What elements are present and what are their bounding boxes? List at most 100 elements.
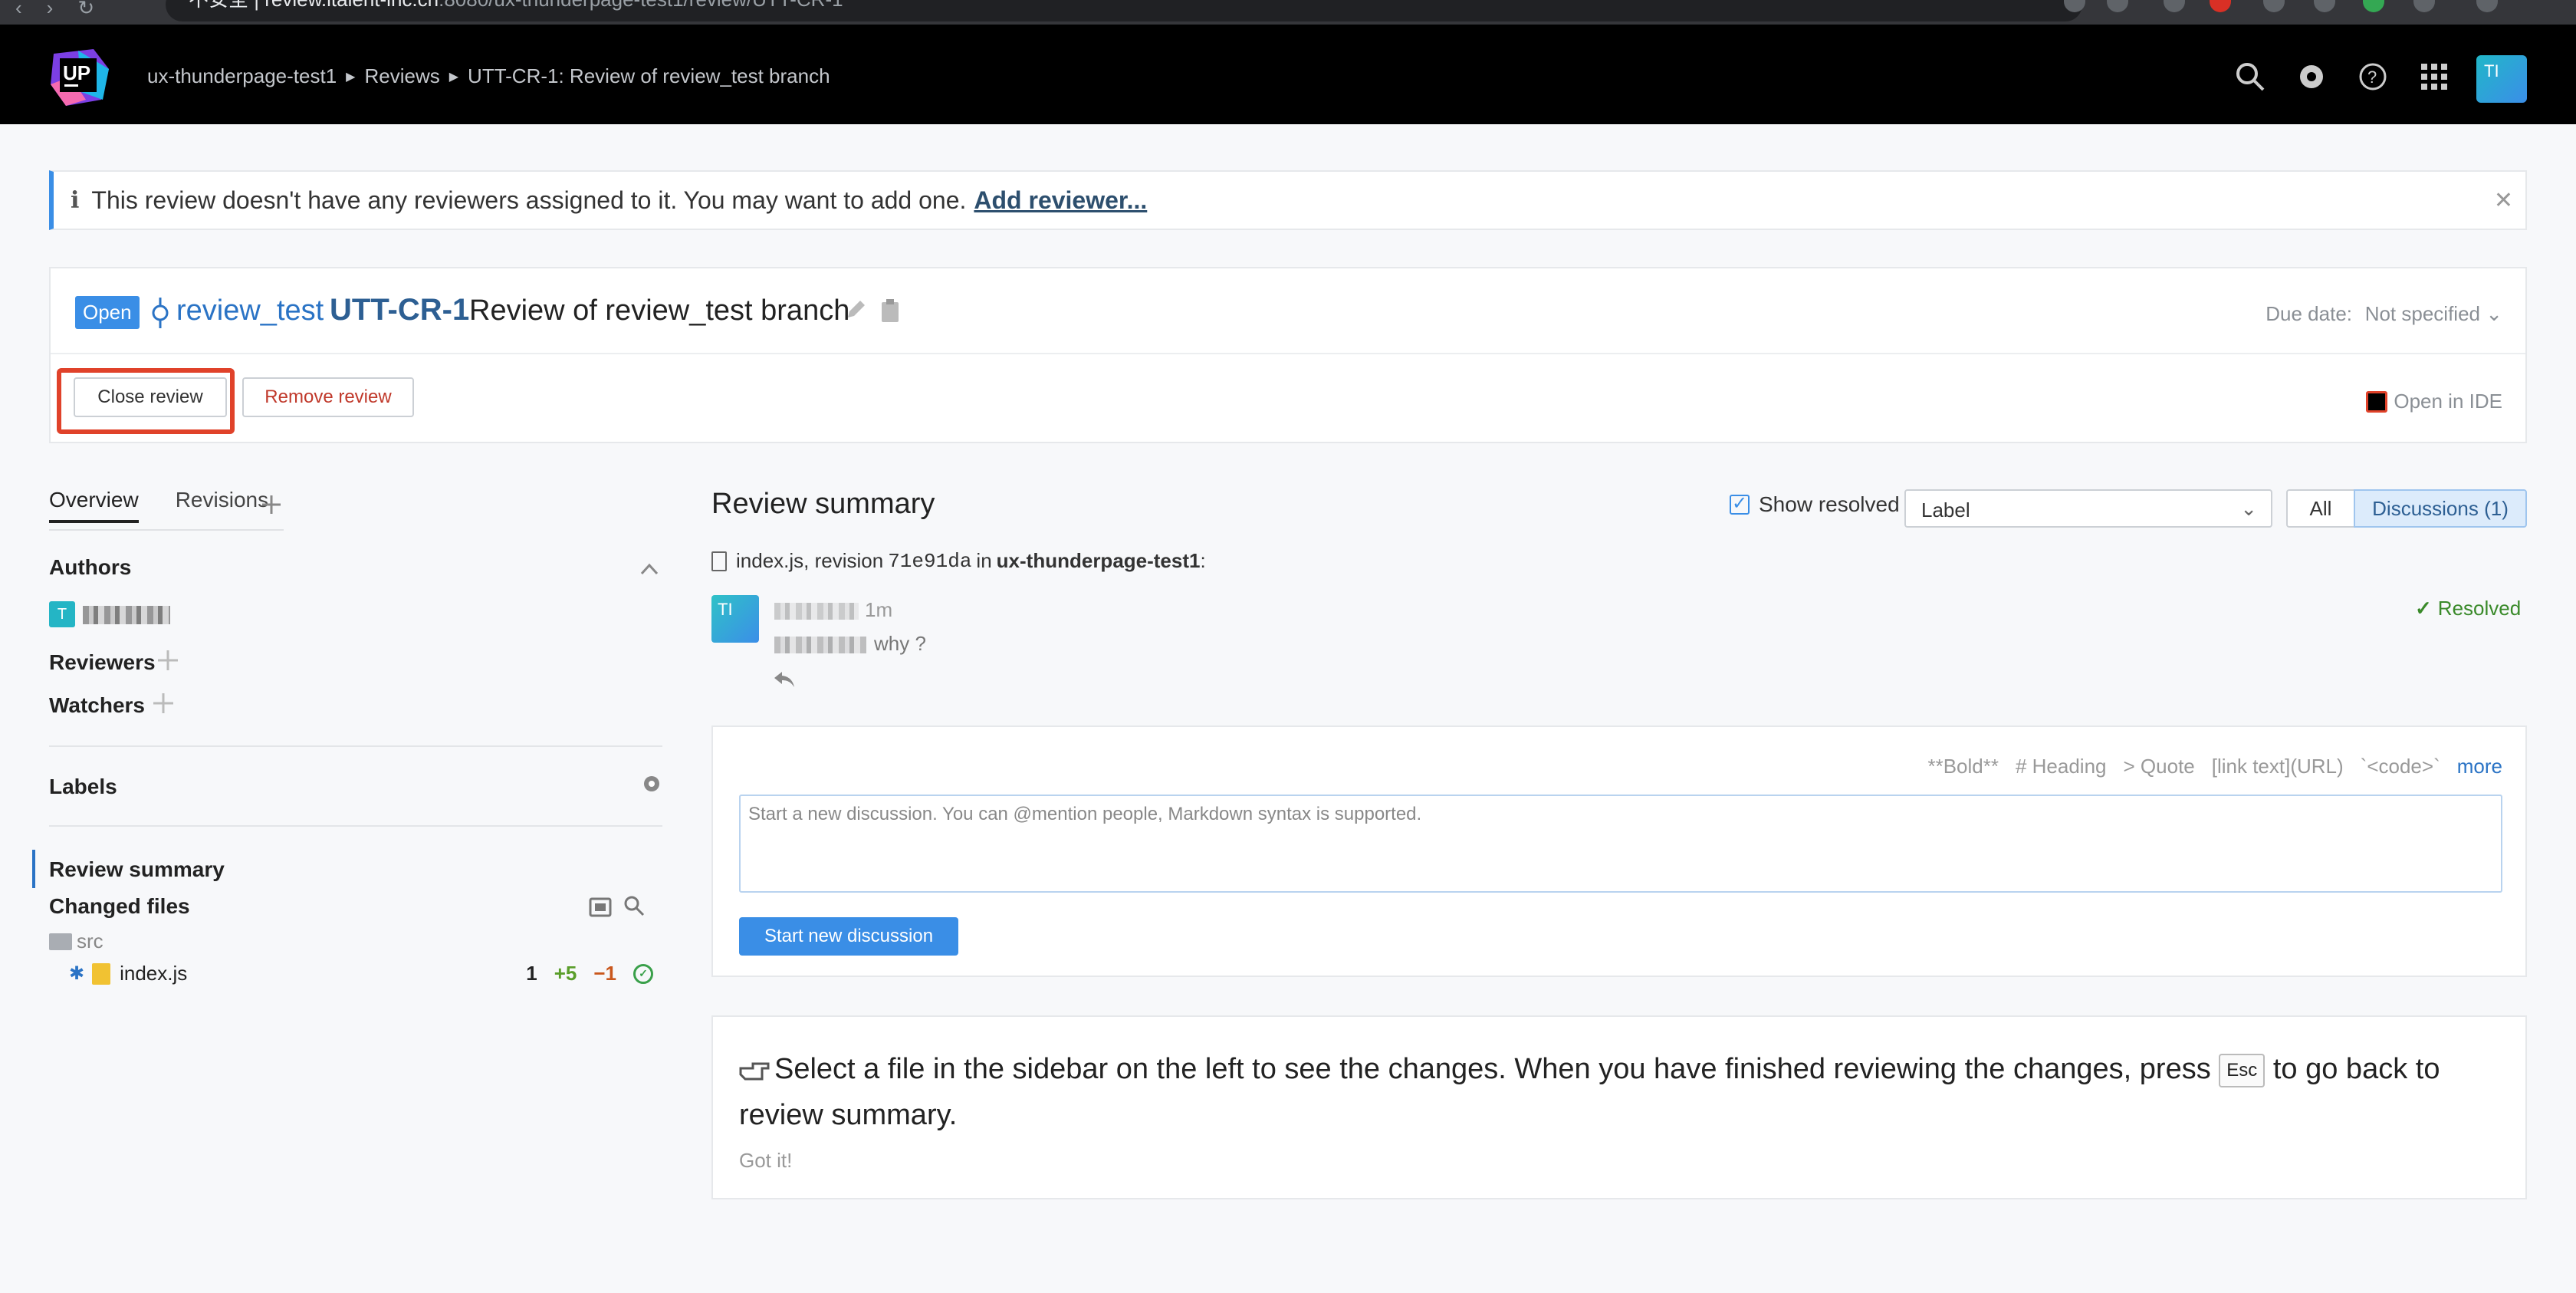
gear-icon[interactable] <box>641 773 662 795</box>
changed-file-row[interactable]: ✱ index.js 1 +5 −1 ✓ <box>69 962 653 985</box>
extension-icon[interactable] <box>2363 0 2384 12</box>
browser-toolbar: ‹›↻ 不安全 | review.italent-inc.cn:8080/ux-… <box>0 0 2576 25</box>
show-resolved-toggle[interactable]: ✓ Show resolved <box>1730 492 1900 517</box>
resolved-label: Resolved <box>2437 597 2522 620</box>
filter-discussions-button[interactable]: Discussions (1) <box>2354 489 2527 528</box>
got-it-link[interactable]: Got it! <box>739 1149 792 1173</box>
extension-icon[interactable] <box>2164 0 2185 12</box>
active-nav-indicator <box>32 850 35 888</box>
close-review-button[interactable]: Close review <box>74 377 227 417</box>
review-header-card: Open review_test UTT-CR-1 Review of revi… <box>49 267 2527 443</box>
upsource-logo-icon[interactable]: UP <box>48 46 112 107</box>
branch-link[interactable]: review_test <box>176 294 324 327</box>
extension-badge-icon[interactable] <box>2210 0 2231 12</box>
comment-timestamp: 1m <box>865 598 893 621</box>
discussion-file-reference: index.js, revision 71e91da in ux-thunder… <box>711 549 1206 573</box>
tip-card: Select a file in the sidebar on the left… <box>711 1015 2527 1199</box>
markdown-more-link[interactable]: more <box>2457 755 2502 778</box>
search-files-icon[interactable] <box>623 894 646 917</box>
checkbox-checked-icon[interactable]: ✓ <box>1730 495 1750 515</box>
checkmark-icon: ✓ <box>2415 597 2432 620</box>
sidebar-tabs: Overview Revisions <box>49 488 268 523</box>
label-filter-select[interactable]: Label ⌄ <box>1904 489 2272 528</box>
tabs-underline <box>49 529 284 531</box>
open-in-ide-label: Open in IDE <box>2394 390 2502 413</box>
comment-author-avatar: TI <box>711 595 759 643</box>
breadcrumb: ux-thunderpage-test1 ▶ Reviews ▶ UTT-CR-… <box>147 64 830 88</box>
modified-asterisk-icon: ✱ <box>69 963 85 984</box>
chevron-down-icon: ⌄ <box>2240 497 2257 520</box>
discussion-count: 1 <box>526 962 537 985</box>
authors-heading: Authors <box>49 555 132 579</box>
resolved-status[interactable]: ✓ Resolved <box>2415 597 2521 620</box>
address-bar[interactable]: 不安全 | review.italent-inc.cn:8080/ux-thun… <box>166 0 2082 21</box>
file-ref-revision[interactable]: 71e91da <box>888 550 971 573</box>
add-watcher-plus-icon[interactable] <box>152 692 175 715</box>
extension-icon[interactable] <box>2413 0 2435 12</box>
mention-redacted <box>774 637 866 653</box>
filter-all-button[interactable]: All <box>2286 489 2355 528</box>
tip-text: Select a file in the sidebar on the left… <box>739 1046 2502 1138</box>
clipboard-icon[interactable] <box>880 299 900 322</box>
edit-pencil-icon[interactable] <box>845 299 866 321</box>
file-tree-icon[interactable] <box>589 896 612 917</box>
extension-icon[interactable] <box>2263 0 2285 12</box>
hint-link: [link text](URL) <box>2211 755 2344 778</box>
browser-nav-icons[interactable]: ‹›↻ <box>15 0 119 18</box>
file-ref-in: in <box>976 549 992 572</box>
markdown-hints: **Bold** # Heading > Quote [link text](U… <box>1927 755 2502 778</box>
extension-icon[interactable] <box>2314 0 2335 12</box>
review-title: Review of review_test branch <box>469 294 850 327</box>
file-ref-project[interactable]: ux-thunderpage-test1 <box>997 549 1201 573</box>
svg-text:?: ? <box>2367 67 2377 87</box>
apps-grid-icon[interactable] <box>2417 59 2452 94</box>
chevron-up-icon[interactable] <box>639 561 659 577</box>
url-path: :8080/ux-thunderpage-test1/review/UTT-CR… <box>439 0 843 11</box>
divider <box>49 825 662 827</box>
reply-icon[interactable] <box>773 670 796 689</box>
open-in-ide-button[interactable]: Open in IDE <box>2366 390 2502 413</box>
bookmark-star-icon[interactable] <box>2107 0 2128 12</box>
settings-gear-icon[interactable] <box>2294 59 2329 94</box>
tab-overview[interactable]: Overview <box>49 488 139 523</box>
hint-code: `<code>` <box>2360 755 2440 778</box>
lines-added: +5 <box>554 962 577 985</box>
nav-changed-files[interactable]: Changed files <box>49 894 190 919</box>
file-ref-colon: : <box>1200 549 1206 572</box>
help-icon[interactable]: ? <box>2355 59 2390 94</box>
hint-bold: **Bold** <box>1927 755 1999 778</box>
add-reviewer-plus-icon[interactable] <box>156 649 179 672</box>
start-new-discussion-button[interactable]: Start new discussion <box>739 917 958 956</box>
divider <box>51 353 2525 354</box>
nav-review-summary[interactable]: Review summary <box>49 857 225 882</box>
comment-text: why ? <box>874 632 926 655</box>
no-reviewers-banner: i This review doesn't have any reviewers… <box>49 170 2527 230</box>
review-id: UTT-CR-1 <box>330 293 470 327</box>
due-date-dropdown[interactable]: Not specified ⌄ <box>2365 302 2502 326</box>
hint-quote: > Quote <box>2123 755 2195 778</box>
breadcrumb-project[interactable]: ux-thunderpage-test1 <box>147 64 337 88</box>
folder-row[interactable]: src <box>49 929 104 953</box>
file-ref-file[interactable]: index.js, revision <box>736 549 883 573</box>
profile-icon[interactable] <box>2476 0 2498 12</box>
divider <box>49 745 662 747</box>
user-avatar[interactable]: TI <box>2476 55 2527 103</box>
tab-revisions[interactable]: Revisions <box>176 488 268 523</box>
hint-heading: # Heading <box>2015 755 2107 778</box>
remove-review-button[interactable]: Remove review <box>242 377 414 417</box>
breadcrumb-reviews[interactable]: Reviews <box>364 64 439 88</box>
logo-text: UP <box>63 61 90 84</box>
security-label: 不安全 <box>189 0 248 11</box>
branch-icon <box>152 298 169 328</box>
close-icon[interactable]: ✕ <box>2494 187 2513 214</box>
search-icon[interactable] <box>2233 59 2268 94</box>
new-discussion-card: **Bold** # Heading > Quote [link text](U… <box>711 725 2527 977</box>
author-avatar: T <box>49 601 75 627</box>
pointing-hand-icon <box>739 1062 770 1081</box>
author-name-redacted <box>83 606 170 624</box>
add-reviewer-link[interactable]: Add reviewer... <box>974 186 1147 215</box>
add-revision-plus-icon[interactable] <box>261 494 282 515</box>
new-discussion-textarea[interactable]: Start a new discussion. You can @mention… <box>739 795 2502 893</box>
breadcrumb-current: UTT-CR-1: Review of review_test branch <box>468 64 830 87</box>
url-host: review.italent-inc.cn <box>264 0 439 11</box>
